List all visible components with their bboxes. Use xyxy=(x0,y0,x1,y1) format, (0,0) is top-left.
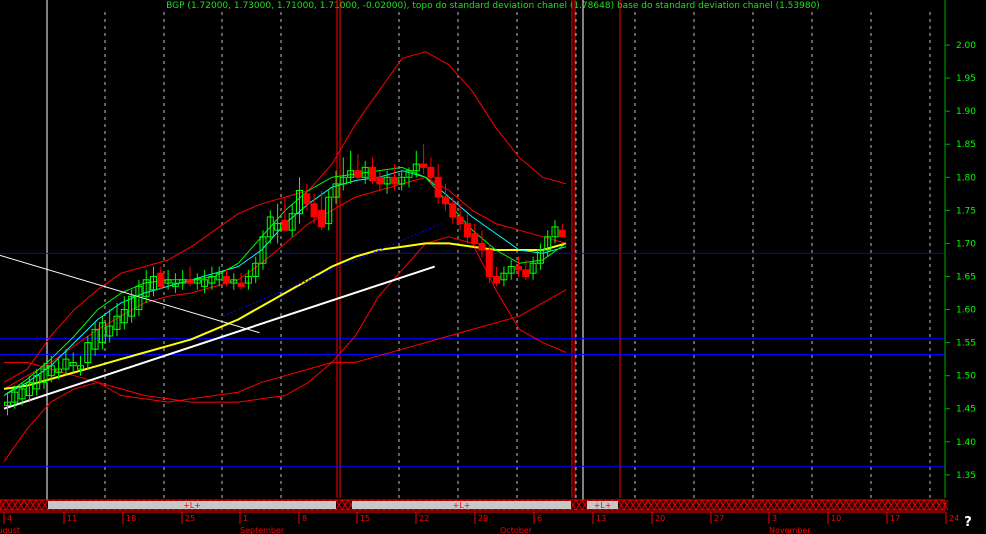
y-tick-label: 1.65 xyxy=(956,272,976,282)
candle-body xyxy=(434,176,442,198)
date-label: 29 xyxy=(478,514,488,523)
candle-body xyxy=(390,176,398,185)
candle-body xyxy=(354,170,362,178)
y-tick-label: 1.35 xyxy=(956,471,976,481)
date-label: 20 xyxy=(655,514,665,523)
y-tick-label: 1.90 xyxy=(956,107,976,117)
candle-body xyxy=(522,269,530,277)
date-label: 4 xyxy=(7,514,12,523)
candle-body xyxy=(456,216,464,225)
month-label: October xyxy=(500,526,533,534)
y-tick-label: 1.85 xyxy=(956,140,976,150)
candle-body xyxy=(493,275,501,284)
help-button[interactable]: ? xyxy=(958,514,978,532)
candle-body xyxy=(420,163,428,168)
marker-label: +L+ xyxy=(594,501,612,510)
y-tick-label: 1.95 xyxy=(956,74,976,84)
trend-line xyxy=(0,254,260,334)
date-label: 25 xyxy=(185,514,195,523)
chart-window: BGP (1.72000, 1.73000, 1.71000, 1.71000,… xyxy=(0,0,986,534)
date-label: 3 xyxy=(772,514,777,523)
month-label: August xyxy=(0,526,20,534)
candle-body xyxy=(478,242,486,251)
date-label: 22 xyxy=(419,514,429,523)
y-tick-label: 1.50 xyxy=(956,372,976,382)
date-label: 11 xyxy=(67,514,77,523)
candle-body xyxy=(281,219,289,231)
y-tick-label: 1.75 xyxy=(956,206,976,216)
candle-body xyxy=(369,166,376,182)
date-label: 15 xyxy=(360,514,370,523)
candle-body xyxy=(186,279,194,284)
candle-body xyxy=(310,203,318,218)
trend-line xyxy=(3,265,436,410)
candle-body xyxy=(376,176,384,185)
date-label: 1 xyxy=(243,514,248,523)
candle-body xyxy=(471,233,479,244)
date-label: 18 xyxy=(126,514,136,523)
candle-body xyxy=(558,229,566,238)
candle-body xyxy=(442,196,449,205)
candle-body xyxy=(157,272,165,287)
candle-body xyxy=(223,275,230,284)
y-tick-label: 2.00 xyxy=(956,41,976,51)
date-label: 10 xyxy=(831,514,841,523)
marker-label: +L+ xyxy=(183,501,201,510)
candle-body xyxy=(303,193,311,205)
marker-label: +L+ xyxy=(453,501,471,510)
date-label: 27 xyxy=(714,514,724,523)
candle-body xyxy=(485,249,493,277)
month-label: September xyxy=(240,526,285,534)
y-tick-label: 1.70 xyxy=(956,239,976,249)
candle-body xyxy=(237,282,245,287)
candle-body xyxy=(317,209,325,228)
y-tick-label: 1.60 xyxy=(956,306,976,316)
date-label: 13 xyxy=(596,514,606,523)
candle-body xyxy=(463,223,471,238)
candle-body xyxy=(449,203,457,218)
month-label: November xyxy=(769,526,811,534)
candle-body xyxy=(427,166,435,178)
price-chart[interactable]: 2.00 1.95 1.90 1.85 1.80 1.75 1.70 1.65 1.60 1.55… xyxy=(0,0,986,534)
candle-body xyxy=(515,266,522,271)
y-tick-label: 1.45 xyxy=(956,405,976,415)
y-tick-label: 1.55 xyxy=(956,339,976,349)
y-tick-label: 1.80 xyxy=(956,173,976,183)
date-label: 8 xyxy=(302,514,307,523)
date-label: 6 xyxy=(537,514,542,523)
y-tick-label: 1.40 xyxy=(956,438,976,448)
date-label: 17 xyxy=(890,514,900,523)
